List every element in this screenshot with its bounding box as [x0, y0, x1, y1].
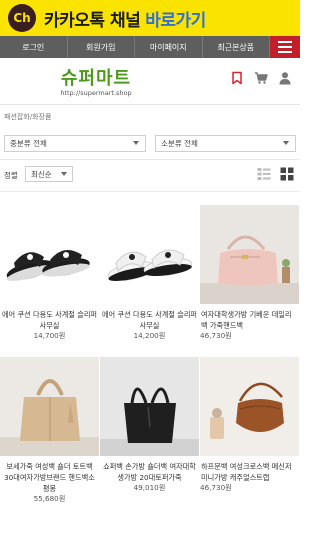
chevron-down-icon	[61, 172, 67, 176]
sort-value: 최신순	[31, 169, 52, 179]
product-card[interactable]: 하프문백 여성크로스백 메신저 미니가방 캐주얼스트랩 46,730원	[200, 357, 299, 493]
category-mid-value: 중분류 전체	[10, 139, 47, 148]
breadcrumb[interactable]: 패션잡화/화장품	[4, 112, 51, 122]
kakao-channel-banner[interactable]: Ch 카카오톡 채널 바로가기	[0, 0, 300, 36]
product-price: 14,700원	[33, 331, 66, 340]
login-link[interactable]: 로그인	[0, 36, 68, 58]
kakao-channel-link[interactable]: 바로가기	[145, 6, 206, 31]
sort-select[interactable]: 최신순	[25, 166, 73, 182]
cart-icon[interactable]	[254, 71, 268, 85]
grid-view-icon[interactable]	[280, 167, 294, 181]
sort-label: 정렬	[4, 171, 18, 180]
product-card[interactable]: 쇼퍼백 손가방 숄더백 여자대학생가방 20대토퍼가죽 49,010원	[100, 357, 199, 493]
product-price: 46,730원	[200, 483, 232, 492]
product-name[interactable]: 하프문백 여성크로스백 메신저 미니가방 캐주얼스트랩	[200, 461, 299, 483]
header-icons	[230, 71, 292, 85]
product-name[interactable]: 에어 쿠션 다용도 사계절 슬리퍼 사무실	[100, 309, 199, 331]
product-image[interactable]	[200, 357, 299, 456]
bookmark-icon[interactable]	[230, 71, 244, 85]
product-image[interactable]	[0, 357, 99, 456]
category-small-value: 소분류 전체	[161, 139, 198, 148]
mypage-link[interactable]: 마이페이지	[135, 36, 203, 58]
hamburger-icon[interactable]	[270, 36, 300, 58]
top-nav: 로그인 회원가입 마이페이지 최근본상품	[0, 36, 300, 58]
filter-divider	[0, 159, 300, 160]
product-image[interactable]	[100, 357, 199, 456]
product-price: 46,730원	[200, 331, 232, 340]
product-name[interactable]: 에어 쿠션 다용도 사계절 슬리퍼 사무실	[0, 309, 99, 331]
product-name[interactable]: 여자대학생가방 기베운 데일리백 가죽핸드백	[200, 309, 299, 331]
category-small-select[interactable]: 소분류 전체	[155, 135, 296, 152]
logo-text: 슈퍼마트	[60, 68, 132, 89]
category-mid-select[interactable]: 중분류 전체	[4, 135, 146, 152]
product-card[interactable]: 에어 쿠션 다용도 사계절 슬리퍼 사무실 14,700원	[0, 205, 99, 341]
product-card[interactable]: 여자대학생가방 기베운 데일리백 가죽핸드백 46,730원	[200, 205, 299, 341]
product-price: 14,200원	[133, 331, 166, 340]
user-icon[interactable]	[278, 71, 292, 85]
kakao-channel-title: 카카오톡 채널	[44, 10, 141, 31]
kakao-channel-icon: Ch	[8, 4, 36, 32]
header-divider	[0, 104, 300, 105]
site-logo[interactable]: 슈퍼마트 http://supermart.shop	[54, 68, 138, 98]
product-name[interactable]: 쇼퍼백 손가방 숄더백 여자대학생가방 20대토퍼가죽	[100, 461, 199, 483]
list-view-icon[interactable]	[257, 167, 271, 181]
product-card[interactable]: 에어 쿠션 다용도 사계절 슬리퍼 사무실 14,200원	[100, 205, 199, 341]
chevron-down-icon	[133, 141, 139, 145]
signup-link[interactable]: 회원가입	[68, 36, 135, 58]
product-image[interactable]	[200, 205, 299, 304]
product-image[interactable]	[100, 205, 199, 304]
logo-url: http://supermart.shop	[60, 89, 132, 97]
view-toggle	[257, 167, 294, 181]
chevron-down-icon	[283, 141, 289, 145]
recent-products-link[interactable]: 최근본상품	[203, 36, 270, 58]
product-image[interactable]	[0, 205, 99, 304]
product-name[interactable]: 보세가죽 여성백 숄더 토트백 30대여자가방브랜드 핸드백소평봉	[0, 461, 99, 494]
product-card[interactable]: 보세가죽 여성백 숄더 토트백 30대여자가방브랜드 핸드백소평봉 55,680…	[0, 357, 99, 504]
product-price: 49,010원	[133, 483, 166, 492]
product-price: 55,680원	[33, 494, 66, 503]
grid-divider	[0, 191, 300, 192]
